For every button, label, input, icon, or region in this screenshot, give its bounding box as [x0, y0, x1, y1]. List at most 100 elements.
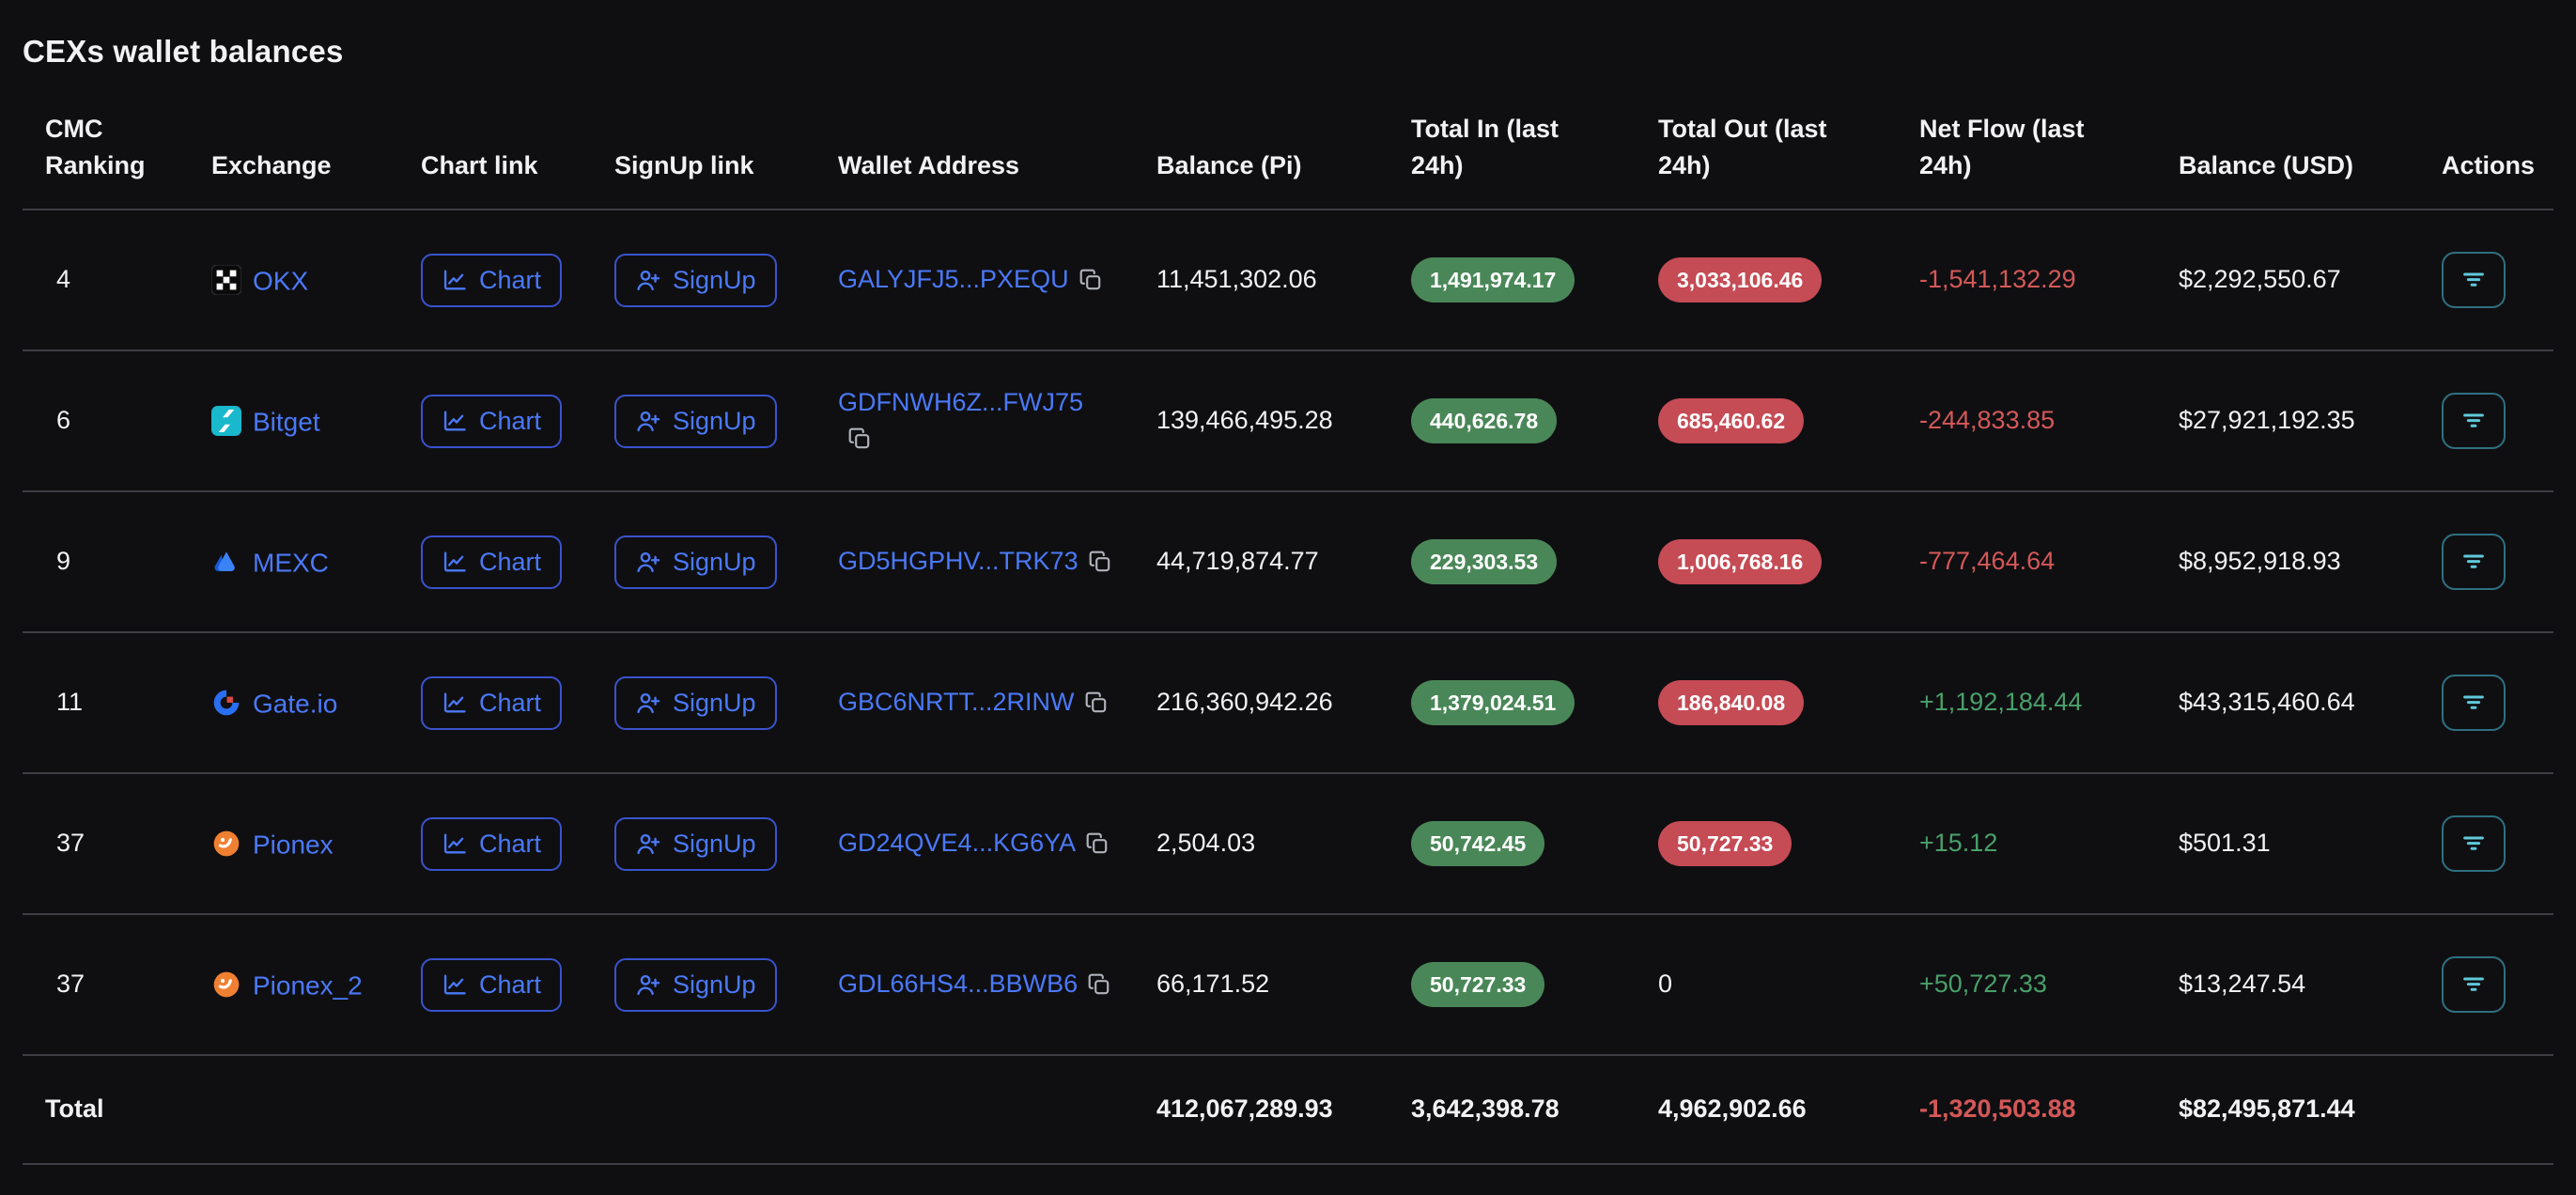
balance-pi-cell: 44,719,874.77 — [1134, 491, 1389, 632]
copy-icon — [1087, 985, 1111, 1000]
total-out-cell: 50,727.33 — [1636, 773, 1897, 914]
cmc-ranking-value: 11 — [56, 688, 83, 716]
cmc-ranking-cell: 6 — [23, 350, 189, 491]
mexc-logo-icon — [211, 547, 241, 577]
exchange-link[interactable]: OKX — [253, 266, 308, 295]
actions-cell — [2419, 350, 2553, 491]
chart-button[interactable]: Chart — [421, 958, 562, 1012]
actions-button[interactable] — [2442, 815, 2506, 872]
balance-pi-value: 11,451,302.06 — [1156, 265, 1317, 293]
person-plus-icon — [635, 408, 661, 434]
chart-button[interactable]: Chart — [421, 676, 562, 730]
exchange-cell: Pionex — [189, 773, 398, 914]
balance-usd-cell: $43,315,460.64 — [2156, 632, 2419, 773]
copy-icon — [1088, 563, 1112, 577]
balance-pi-value: 139,466,495.28 — [1156, 406, 1333, 434]
chart-button[interactable]: Chart — [421, 817, 562, 871]
wallet-address-cell: GDFNWH6Z...FWJ75 — [815, 350, 1134, 491]
wallet-address-link[interactable]: GD24QVE4...KG6YA — [838, 829, 1076, 857]
net-flow-cell: +15.12 — [1897, 773, 2156, 914]
table-row: 37 Pionex Chart SignUp GD24QVE4...KG6YA — [23, 773, 2553, 914]
col-header-balance-usd: Balance (USD) — [2156, 111, 2419, 210]
signup-button-label: SignUp — [673, 689, 756, 718]
cmc-ranking-cell: 11 — [23, 632, 189, 773]
signup-button[interactable]: SignUp — [614, 958, 777, 1012]
pionex-logo-icon — [211, 970, 241, 1000]
balance-usd-value: $8,952,918.93 — [2179, 547, 2341, 575]
wallet-address-link[interactable]: GDFNWH6Z...FWJ75 — [838, 388, 1083, 416]
signup-button[interactable]: SignUp — [614, 535, 777, 589]
signup-button-label: SignUp — [673, 970, 756, 1000]
chart-button[interactable]: Chart — [421, 395, 562, 448]
page-title: CEXs wallet balances — [23, 34, 2553, 70]
col-header-wallet-address: Wallet Address — [815, 111, 1134, 210]
balance-pi-cell: 2,504.03 — [1134, 773, 1389, 914]
actions-button[interactable] — [2442, 675, 2506, 731]
chart-button[interactable]: Chart — [421, 535, 562, 589]
col-header-cmc-ranking: CMC Ranking — [23, 111, 189, 210]
actions-button[interactable] — [2442, 393, 2506, 449]
line-chart-icon — [442, 267, 468, 293]
cmc-ranking-value: 4 — [56, 265, 70, 293]
chart-button[interactable]: Chart — [421, 254, 562, 307]
signup-link-cell: SignUp — [592, 632, 815, 773]
net-flow-value: -1,541,132.29 — [1919, 265, 2076, 293]
signup-link-cell: SignUp — [592, 210, 815, 350]
copy-address-button[interactable] — [1079, 268, 1103, 295]
chart-link-cell: Chart — [398, 491, 592, 632]
total-in-cell: 50,727.33 — [1389, 914, 1636, 1055]
total-out-cell: 186,840.08 — [1636, 632, 1897, 773]
wallet-address-link[interactable]: GALYJFJ5...PXEQU — [838, 265, 1069, 293]
actions-button[interactable] — [2442, 534, 2506, 590]
copy-address-button[interactable] — [1085, 831, 1110, 859]
chart-link-cell: Chart — [398, 210, 592, 350]
signup-button[interactable]: SignUp — [614, 817, 777, 871]
table-row: 9 MEXC Chart SignUp GD5HGPHV...TRK73 — [23, 491, 2553, 632]
balance-usd-value: $27,921,192.35 — [2179, 406, 2355, 434]
chart-button-label: Chart — [479, 407, 541, 436]
total-net-flow-cell: -1,320,503.88 — [1897, 1055, 2156, 1164]
chart-button-label: Chart — [479, 266, 541, 295]
gateio-logo-icon — [211, 688, 241, 718]
actions-button[interactable] — [2442, 252, 2506, 308]
balance-usd-value: $13,247.54 — [2179, 970, 2305, 998]
col-header-chart-link: Chart link — [398, 111, 592, 210]
actions-cell — [2419, 773, 2553, 914]
total-out-badge: 50,727.33 — [1658, 821, 1792, 866]
total-out-cell: 0 — [1636, 914, 1897, 1055]
net-flow-value: -244,833.85 — [1919, 406, 2055, 434]
table-row: 4 OKX Chart SignUp GALYJFJ5...PXEQU — [23, 210, 2553, 350]
actions-cell — [2419, 491, 2553, 632]
copy-address-button[interactable] — [1084, 691, 1109, 718]
balance-usd-cell: $2,292,550.67 — [2156, 210, 2419, 350]
copy-address-button[interactable] — [1088, 550, 1112, 577]
person-plus-icon — [635, 690, 661, 716]
net-flow-value: +50,727.33 — [1919, 970, 2047, 998]
wallet-address-link[interactable]: GBC6NRTT...2RINW — [838, 688, 1075, 716]
exchange-cell: MEXC — [189, 491, 398, 632]
copy-address-button[interactable] — [1087, 972, 1111, 1000]
chart-button-label: Chart — [479, 689, 541, 718]
filter-lines-icon — [2460, 265, 2488, 296]
signup-button[interactable]: SignUp — [614, 254, 777, 307]
exchange-link[interactable]: Pionex_2 — [253, 970, 363, 1000]
exchange-link[interactable]: Pionex — [253, 830, 334, 859]
signup-button[interactable]: SignUp — [614, 395, 777, 448]
total-out-badge: 1,006,768.16 — [1658, 539, 1822, 584]
filter-lines-icon — [2460, 688, 2488, 719]
copy-address-button[interactable] — [847, 427, 872, 454]
total-out-value: 4,962,902.66 — [1658, 1094, 1807, 1123]
col-header-balance-pi: Balance (Pi) — [1134, 111, 1389, 210]
chart-link-cell: Chart — [398, 914, 592, 1055]
exchange-link[interactable]: MEXC — [253, 548, 329, 577]
total-actions-cell — [2419, 1055, 2553, 1164]
wallet-address-link[interactable]: GDL66HS4...BBWB6 — [838, 970, 1078, 998]
actions-button[interactable] — [2442, 956, 2506, 1013]
wallet-address-link[interactable]: GD5HGPHV...TRK73 — [838, 547, 1079, 575]
signup-button[interactable]: SignUp — [614, 676, 777, 730]
filter-lines-icon — [2460, 829, 2488, 860]
exchange-link[interactable]: Gate.io — [253, 689, 337, 718]
cmc-ranking-value: 9 — [56, 547, 70, 575]
exchange-link[interactable]: Bitget — [253, 407, 320, 436]
net-flow-value: +15.12 — [1919, 829, 1997, 857]
